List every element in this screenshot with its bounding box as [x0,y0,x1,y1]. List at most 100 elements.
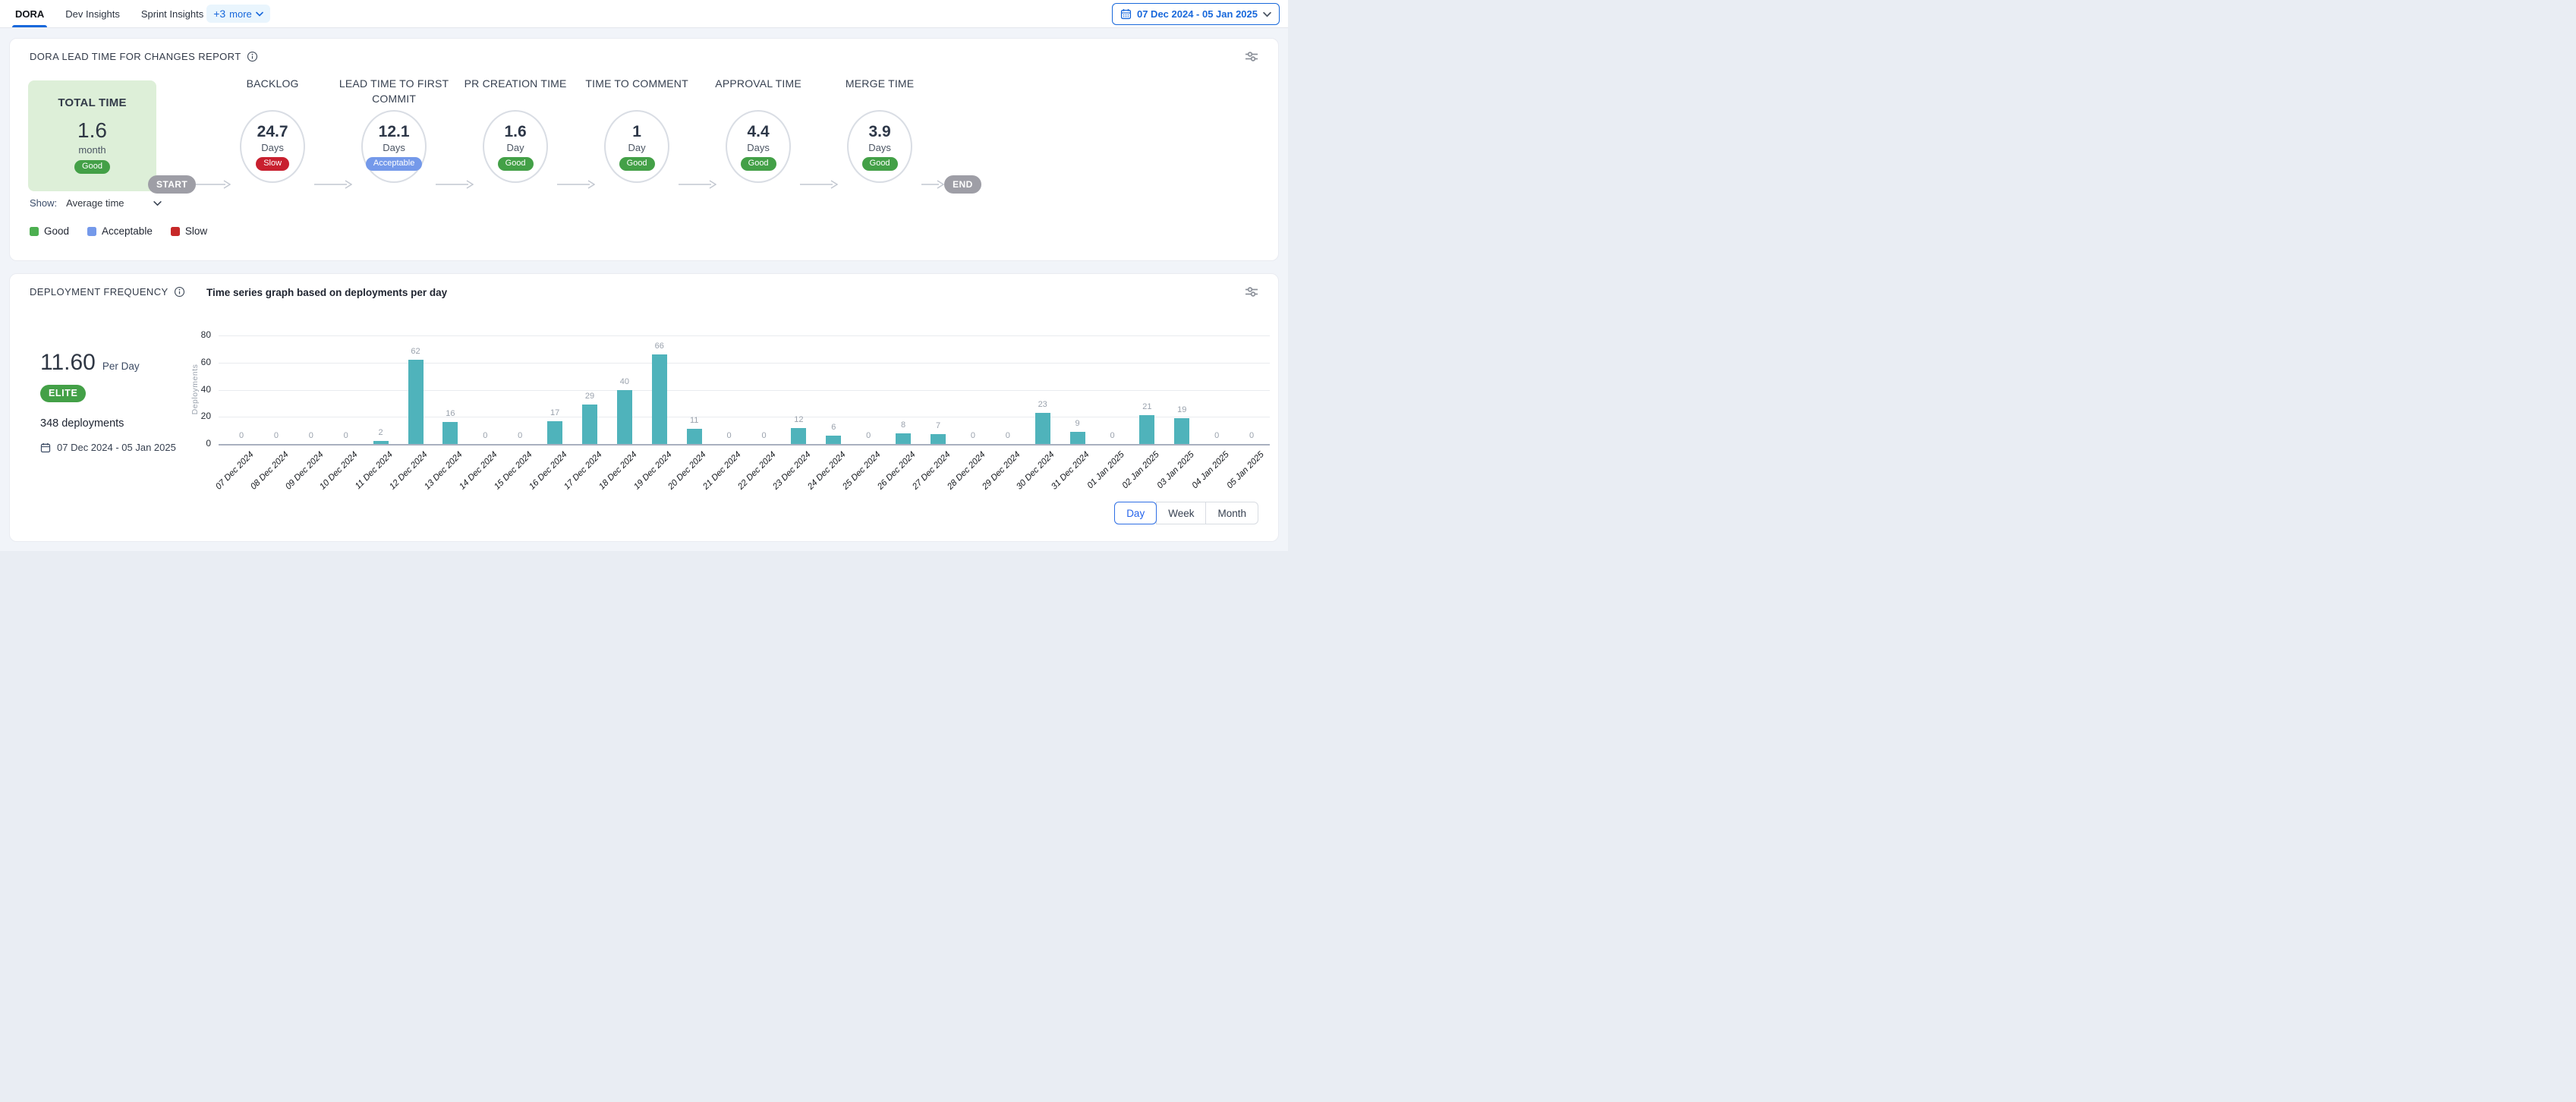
chart-bar [408,360,424,444]
total-time-unit: month [78,144,105,156]
bar-value-label: 2 [366,428,396,437]
flow-arrow [679,180,716,189]
flow-arrow [314,180,352,189]
chart-bar [1035,413,1050,444]
lead-time-flow-diagram: START BACKLOG24.7DaysSlow LEAD TIME TO F… [148,77,981,194]
bar-value-label: 0 [505,431,535,440]
tab-dora[interactable]: DORA [15,0,44,27]
chart-bar [617,390,632,445]
more-label: more [229,8,252,20]
bar-value-label: 0 [331,431,361,440]
flow-stage-merge-time: MERGE TIME3.9DaysGood [838,77,921,183]
bar-value-label: 40 [609,377,640,386]
granularity-month-button[interactable]: Month [1205,502,1258,524]
stage-title: MERGE TIME [817,77,942,110]
stage-status-badge: Good [862,157,898,171]
stage-status-badge: Good [619,157,655,171]
bar-value-label: 0 [958,431,988,440]
flow-stage-time-to-comment: TIME TO COMMENT1DayGood [595,77,679,183]
legend-swatch [171,227,180,236]
bar-value-label: 0 [261,431,291,440]
stage-circle: 1DayGood [604,110,669,183]
chevron-down-icon [1263,11,1271,17]
chart-bar [1070,432,1085,444]
lead-time-settings-button[interactable] [1243,49,1260,64]
show-metric-dropdown[interactable]: Show: Average time [30,197,162,209]
bar-value-label: 66 [644,342,675,351]
date-range-value: 07 Dec 2024 - 05 Jan 2025 [1137,8,1258,20]
chart-bar [442,422,458,444]
status-legend: Good Acceptable Slow [30,225,207,237]
flow-arrow [436,180,474,189]
calendar-icon [1120,8,1132,20]
bar-value-label: 19 [1167,405,1197,414]
legend-item-acceptable: Acceptable [87,225,153,237]
flow-arrow [557,180,595,189]
bar-value-label: 8 [888,420,918,430]
bar-value-label: 0 [714,431,745,440]
stage-unit: Day [507,142,524,153]
bar-value-label: 0 [993,431,1023,440]
stage-circle: 12.1DaysAcceptable [361,110,427,183]
chart-bar [1139,415,1154,444]
y-axis-label: Deployments [191,354,200,424]
legend-swatch [30,227,39,236]
y-axis-tick: 0 [181,438,211,449]
stage-title: PR CREATION TIME [453,77,578,110]
bar-value-label: 29 [575,392,605,401]
stage-circle: 3.9Days Good [847,110,912,183]
more-tabs-button[interactable]: +3 more [206,5,270,23]
chart-bar [896,433,911,444]
top-tab-bar: DORADev InsightsSprint Insights +3 more … [0,0,1288,28]
legend-label: Good [44,225,69,237]
legend-label: Slow [185,225,207,237]
legend-label: Acceptable [102,225,153,237]
legend-item-slow: Slow [171,225,207,237]
flow-stage-lead-time-to-first-commit: LEAD TIME TO FIRST COMMIT12.1DaysAccepta… [352,77,436,183]
total-time-card: TOTAL TIME 1.6 month Good [28,80,156,191]
tab-dev-insights[interactable]: Dev Insights [65,0,120,27]
stage-circle: 24.7DaysSlow [240,110,305,183]
y-axis-tick: 80 [181,329,211,340]
flow-arrow [800,180,838,189]
stage-value: 1.6 [505,123,527,141]
show-selected-value: Average time [66,197,153,209]
bar-value-label: 0 [226,431,257,440]
stage-unit: Day [628,142,646,153]
stage-circle: 1.6Day Good [483,110,548,183]
deployment-frequency-card: DEPLOYMENT FREQUENCY Time series graph b… [9,273,1279,542]
gridline-y40 [219,390,1270,391]
date-range-picker[interactable]: 07 Dec 2024 - 05 Jan 2025 [1112,3,1280,25]
chart-bar [687,429,702,444]
flow-arrow [921,180,944,189]
bar-value-label: 9 [1063,419,1093,428]
bar-value-label: 0 [296,431,326,440]
stage-status-badge: Good [498,157,534,171]
bar-value-label: 12 [783,415,814,424]
tab-sprint-insights[interactable]: Sprint Insights [141,0,203,27]
stage-title: LEAD TIME TO FIRST COMMIT [332,77,456,110]
chart-bar [826,436,841,444]
chevron-down-icon [256,11,263,17]
total-time-value: 1.6 [77,118,107,143]
lead-time-report-card: DORA LEAD TIME FOR CHANGES REPORT TOTAL … [9,38,1279,261]
granularity-toggle: DayWeekMonth [1114,502,1258,524]
deployments-bar-chart: 806040200Deployments007 Dec 2024008 Dec … [10,274,1278,541]
flow-start-pill: START [148,175,196,194]
stage-value: 3.9 [869,123,891,141]
flow-end-pill: END [944,175,981,194]
more-count: +3 [213,8,225,20]
granularity-day-button[interactable]: Day [1114,502,1157,524]
granularity-week-button[interactable]: Week [1156,502,1206,524]
info-icon[interactable] [247,51,258,62]
bar-value-label: 7 [923,421,953,430]
chart-bar [791,428,806,444]
stage-value: 4.4 [748,123,770,141]
chart-bar [1174,418,1189,444]
stage-value: 12.1 [379,123,410,141]
gridline-y60 [219,363,1270,364]
stage-unit: Days [261,142,284,153]
stage-unit: Days [868,142,891,153]
stage-unit: Days [383,142,405,153]
legend-swatch [87,227,96,236]
